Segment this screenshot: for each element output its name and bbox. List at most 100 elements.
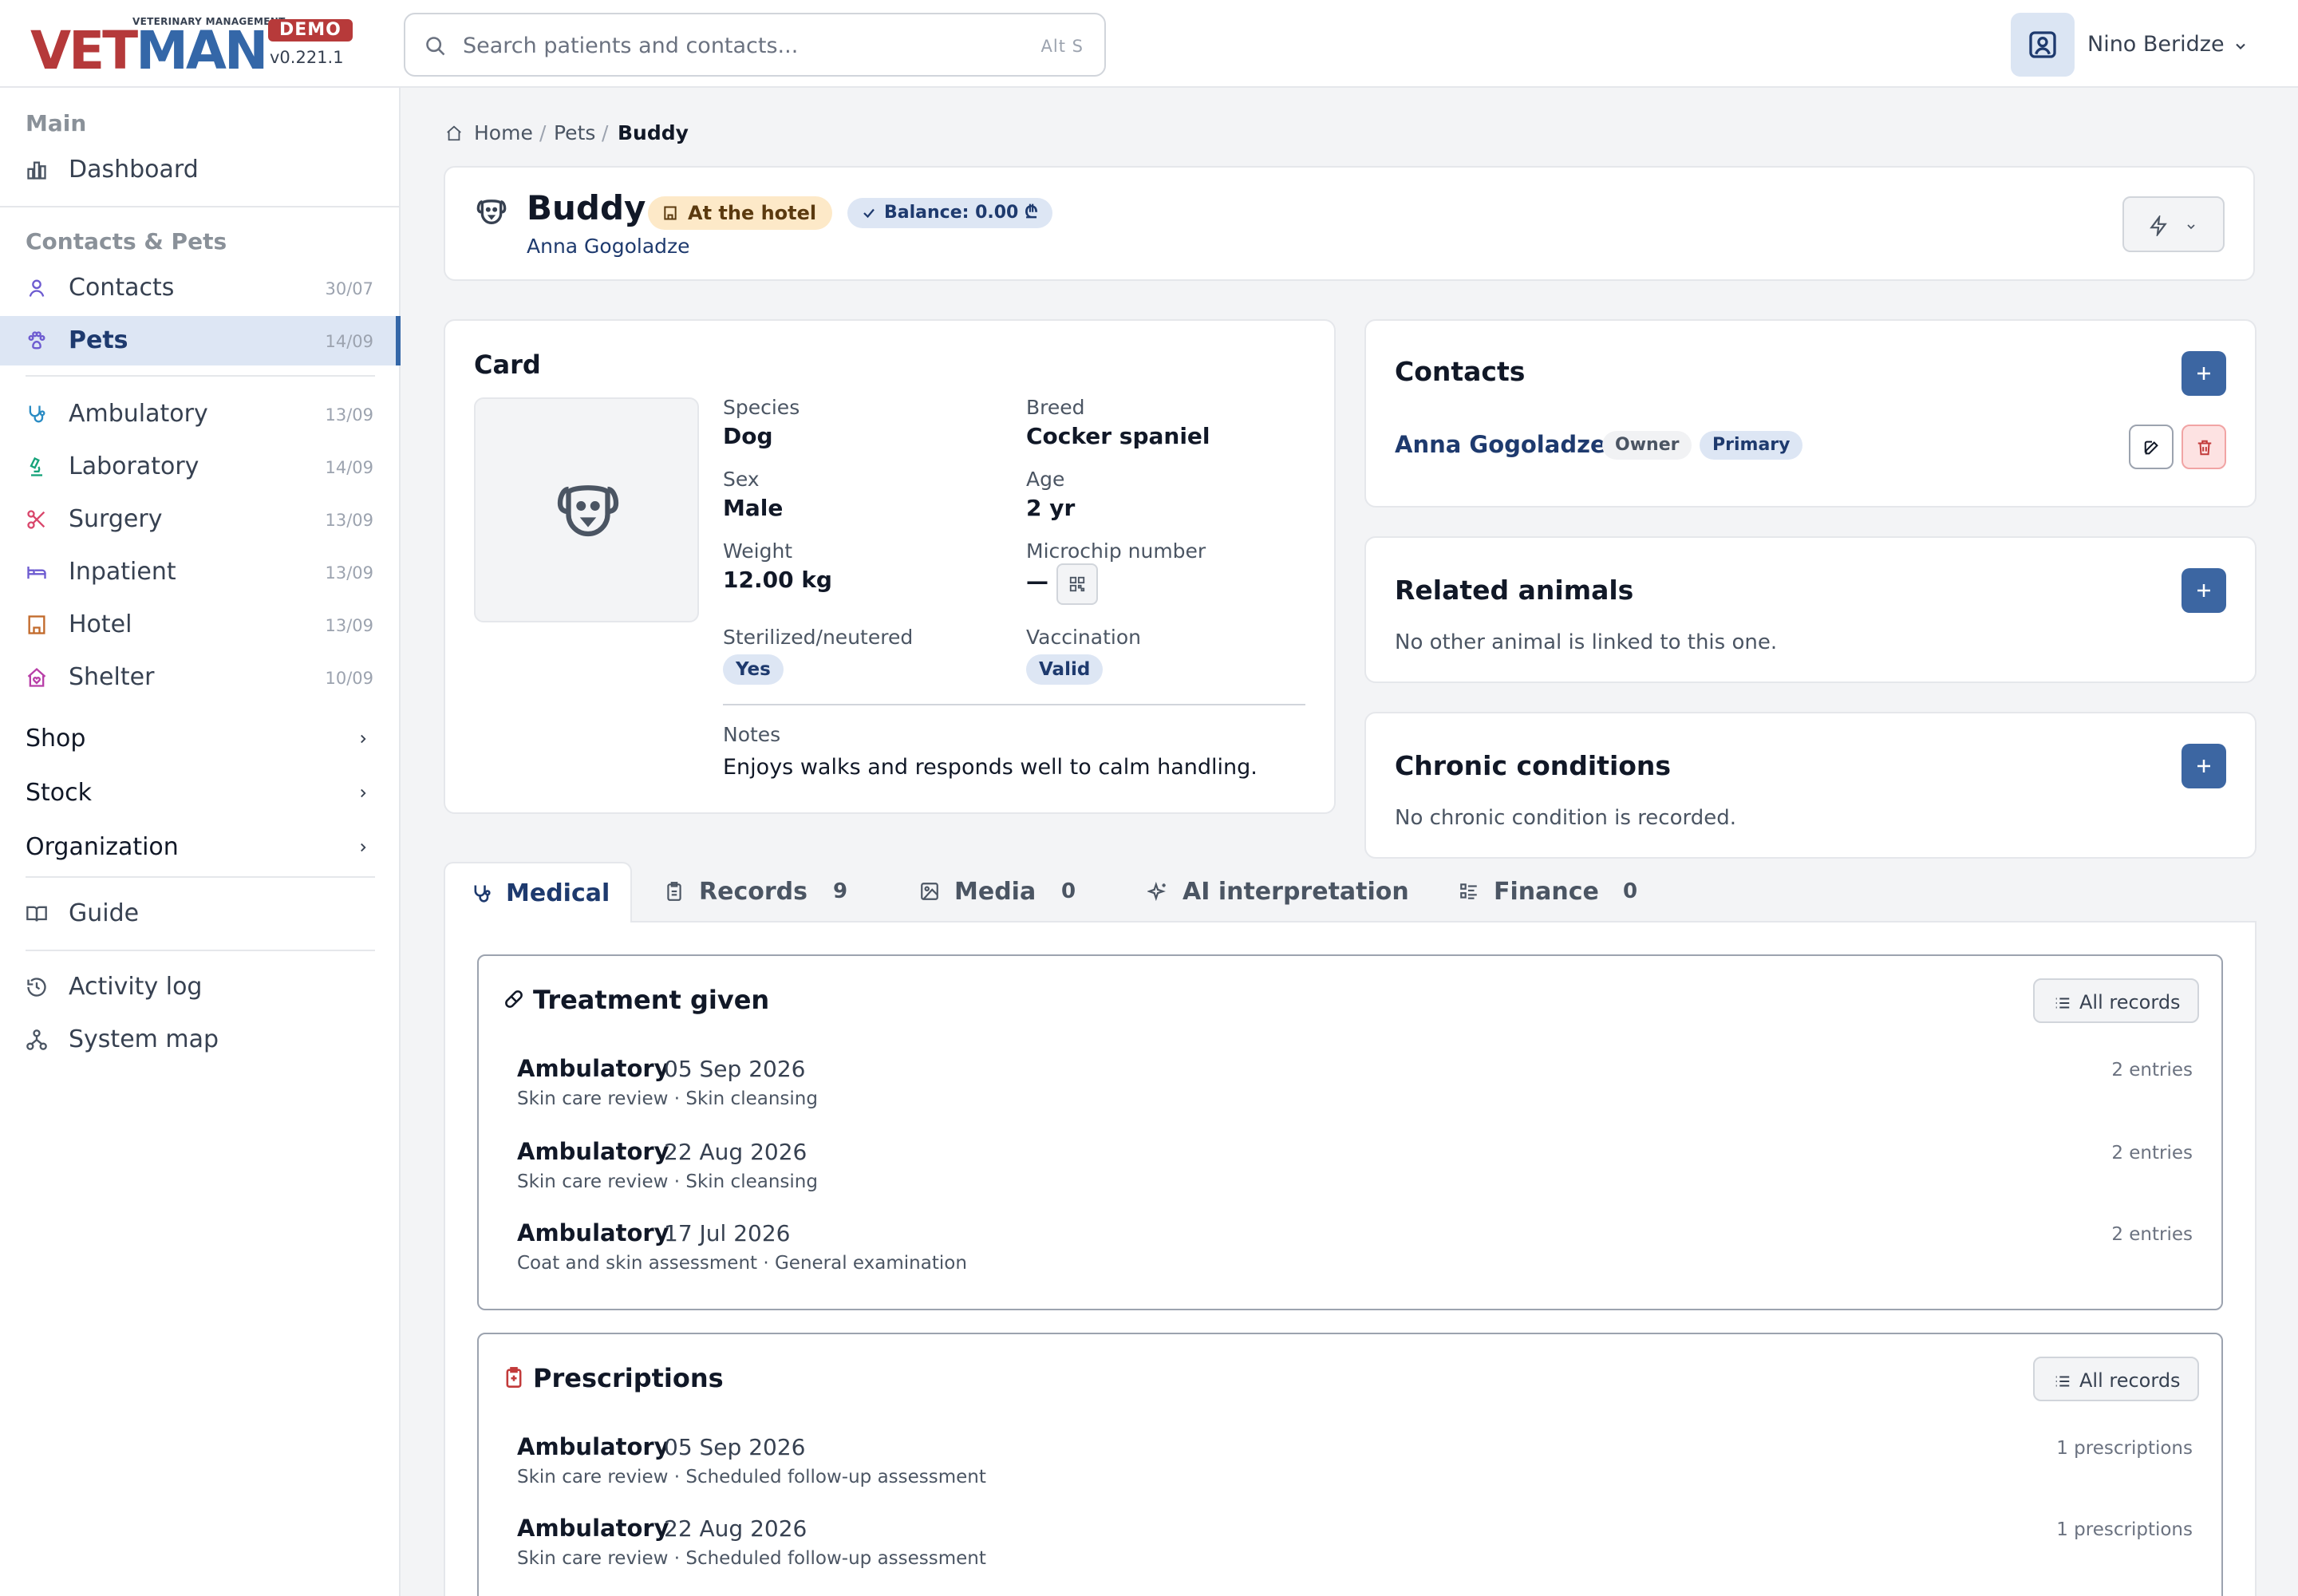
contacts-card: Contacts Anna Gogoladze Owner Primary <box>1364 319 2257 508</box>
tab-medical[interactable]: Medical <box>444 862 632 922</box>
quick-actions-button[interactable] <box>2122 196 2225 252</box>
prescriptions-panel: Prescriptions All records Ambulatory 05 … <box>477 1333 2223 1596</box>
chronic-conditions-empty: No chronic condition is recorded. <box>1395 806 1737 830</box>
search-icon <box>426 37 445 56</box>
sterilized-badge: Yes <box>723 654 784 685</box>
sidebar-item-surgery[interactable]: Surgery 13/09 <box>0 495 399 544</box>
sidebar: Main Dashboard Contacts & Pets Contacts … <box>0 88 401 1596</box>
list-item[interactable]: Ambulatory 22 Aug 2026 Skin care review … <box>517 1515 2193 1578</box>
person-icon <box>29 279 45 297</box>
search-input[interactable]: Search patients and contacts... Alt S <box>404 13 1106 77</box>
sidebar-group-organization[interactable]: Organization <box>0 824 399 871</box>
tab-finance[interactable]: Finance 0 <box>1433 862 1672 922</box>
house-heart-icon <box>27 667 46 687</box>
contact-name-link[interactable]: Anna Gogoladze <box>1395 431 1606 458</box>
treatment-all-records-button[interactable]: All records <box>2033 978 2199 1023</box>
chevron-right-icon <box>361 843 366 852</box>
pet-photo[interactable] <box>474 397 699 622</box>
edit-contact-button[interactable] <box>2129 425 2174 469</box>
add-chronic-condition-button[interactable] <box>2182 744 2226 788</box>
sidebar-item-count: 13/09 <box>325 616 373 635</box>
owner-link[interactable]: Anna Gogoladze <box>527 235 690 258</box>
tab-media[interactable]: Media 0 <box>894 862 1109 922</box>
sidebar-item-inpatient[interactable]: Inpatient 13/09 <box>0 547 399 597</box>
sidebar-item-system-map[interactable]: System map <box>0 1015 399 1065</box>
list-item[interactable]: Ambulatory 05 Sep 2026 Skin care review … <box>517 1055 2193 1119</box>
list-item[interactable]: Ambulatory 22 Aug 2026 Skin care review … <box>517 1138 2193 1202</box>
prescriptions-all-records-button[interactable]: All records <box>2033 1357 2199 1401</box>
record-summary: Skin care review · Scheduled follow-up a… <box>517 1548 986 1569</box>
sitemap-icon <box>26 1029 47 1050</box>
hotel-icon <box>664 206 677 220</box>
vaccination-label: Vaccination <box>1026 626 1141 649</box>
chevron-down-icon <box>2236 43 2245 49</box>
breadcrumb-pets[interactable]: Pets <box>554 121 595 144</box>
tab-ai-interpretation[interactable]: AI interpretation <box>1122 862 1425 922</box>
qr-code-icon <box>1069 576 1085 592</box>
record-date: 22 Aug 2026 <box>664 1139 807 1165</box>
sex-label: Sex <box>723 468 760 491</box>
top-bar: VETERINARY MANAGEMENT VETMAN DEMO v0.221… <box>0 0 2298 88</box>
qr-scan-button[interactable] <box>1056 563 1098 605</box>
species-value: Dog <box>723 423 773 449</box>
record-date: 05 Sep 2026 <box>664 1434 806 1460</box>
sidebar-item-laboratory[interactable]: Laboratory 14/09 <box>0 442 399 492</box>
page-title: Buddy <box>527 188 646 227</box>
home-icon <box>447 125 461 141</box>
remove-contact-button[interactable] <box>2182 425 2226 469</box>
status-badge: At the hotel <box>648 196 833 230</box>
divider <box>723 704 1305 705</box>
sidebar-item-pets[interactable]: Pets 14/09 <box>0 316 401 365</box>
breadcrumb-home[interactable]: Home <box>474 121 533 144</box>
chronic-conditions-card: Chronic conditions No chronic condition … <box>1364 712 2257 859</box>
microscope-icon <box>30 456 42 476</box>
stethoscope-icon <box>29 405 45 423</box>
sidebar-item-shelter[interactable]: Shelter 10/09 <box>0 653 399 702</box>
sidebar-item-count: 13/09 <box>325 405 373 425</box>
sidebar-item-count: 13/09 <box>325 563 373 583</box>
sidebar-item-dashboard[interactable]: Dashboard <box>0 145 399 195</box>
vetman-logo[interactable]: VETERINARY MANAGEMENT VETMAN DEMO v0.221… <box>30 16 353 81</box>
sidebar-item-guide[interactable]: Guide <box>0 889 399 938</box>
add-contact-button[interactable] <box>2182 351 2226 396</box>
record-summary: Skin care review · Skin cleansing <box>517 1171 818 1192</box>
microchip-label: Microchip number <box>1026 539 1206 563</box>
sidebar-item-count: 10/09 <box>325 669 373 688</box>
list-item[interactable]: Ambulatory 17 Jul 2026 Coat and skin ass… <box>517 1219 2193 1283</box>
plus-icon <box>2197 367 2210 380</box>
sidebar-group-stock[interactable]: Stock <box>0 769 399 817</box>
age-label: Age <box>1026 468 1065 491</box>
stethoscope-icon <box>474 885 491 903</box>
sidebar-item-hotel[interactable]: Hotel 13/09 <box>0 600 399 650</box>
trash-icon <box>2197 440 2212 456</box>
sidebar-item-label: Inpatient <box>69 558 176 586</box>
sidebar-item-ambulatory[interactable]: Ambulatory 13/09 <box>0 389 399 439</box>
chronic-conditions-title: Chronic conditions <box>1395 750 1672 781</box>
user-menu[interactable]: Nino Beridze <box>2011 13 2266 77</box>
sidebar-item-label: Activity log <box>69 973 203 1001</box>
divider <box>26 876 375 878</box>
record-entries: 2 entries <box>2111 1060 2193 1080</box>
notes-label: Notes <box>723 723 781 746</box>
image-icon <box>921 883 938 900</box>
chevron-right-icon <box>361 734 366 744</box>
tab-records[interactable]: Records 9 <box>638 862 862 922</box>
sidebar-item-contacts[interactable]: Contacts 30/07 <box>0 263 399 313</box>
species-label: Species <box>723 396 800 419</box>
scissors-icon <box>27 510 45 529</box>
breed-value: Cocker spaniel <box>1026 423 1210 449</box>
sidebar-group-shop[interactable]: Shop <box>0 715 399 763</box>
app-version: v0.221.1 <box>270 48 344 67</box>
sidebar-group-label: Shop <box>26 725 86 753</box>
related-animals-title: Related animals <box>1395 575 1634 606</box>
record-summary: Skin care review · Skin cleansing <box>517 1088 818 1109</box>
sidebar-item-activity-log[interactable]: Activity log <box>0 962 399 1012</box>
notes-value: Enjoys walks and responds well to calm h… <box>723 755 1258 780</box>
role-badge: Owner <box>1602 431 1692 460</box>
add-related-animal-button[interactable] <box>2182 568 2226 613</box>
record-type: Ambulatory <box>517 1055 669 1082</box>
tab-label: Finance <box>1494 878 1599 906</box>
list-checks-icon <box>1460 883 1477 899</box>
record-entries: 2 entries <box>2111 1143 2193 1163</box>
list-item[interactable]: Ambulatory 05 Sep 2026 Skin care review … <box>517 1433 2193 1497</box>
